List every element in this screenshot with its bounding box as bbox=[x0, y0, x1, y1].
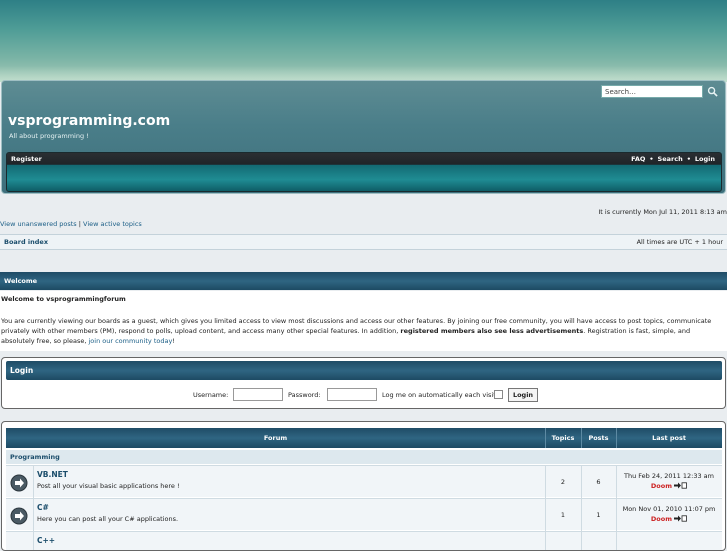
col-topics: Topics bbox=[551, 434, 575, 442]
welcome-panel: Welcome to vsprogrammingforum You are cu… bbox=[0, 291, 727, 351]
board-index-link[interactable]: Board index bbox=[4, 238, 48, 246]
welcome-text-bold: registered members also see less adverti… bbox=[400, 327, 584, 335]
site-header: vsprogramming.com All about programming … bbox=[1, 80, 726, 194]
login-form: Username: Password: Log me on automatica… bbox=[2, 387, 727, 403]
welcome-text-end: ! bbox=[172, 337, 175, 345]
welcome-title: Welcome to vsprogrammingforum bbox=[1, 295, 126, 303]
cell-divider bbox=[616, 532, 617, 550]
forum-table-header: Forum Topics Posts Last post bbox=[6, 428, 722, 448]
table-row: C++ bbox=[6, 531, 722, 550]
site-title[interactable]: vsprogramming.com bbox=[8, 113, 170, 129]
last-post-info: Mon Nov 01, 2010 11:07 pm Doom bbox=[616, 504, 722, 524]
topics-count: 1 bbox=[560, 511, 566, 519]
cell-divider bbox=[581, 532, 582, 550]
view-latest-post-icon[interactable] bbox=[674, 515, 687, 522]
nav-separator: • bbox=[649, 155, 654, 163]
quick-links-divider: | bbox=[78, 220, 81, 228]
cell-divider bbox=[33, 499, 34, 531]
forum-description: Here you can post all your C# applicatio… bbox=[37, 515, 179, 523]
forum-link-vbnet[interactable]: VB.NET bbox=[37, 470, 68, 479]
forum-link-csharp[interactable]: C# bbox=[37, 503, 49, 512]
timezone-note: All times are UTC + 1 hour bbox=[636, 238, 723, 246]
category-programming[interactable]: Programming bbox=[6, 450, 722, 464]
breadcrumb: Board index All times are UTC + 1 hour bbox=[0, 234, 727, 250]
login-header: Login bbox=[6, 361, 722, 380]
posts-count: 6 bbox=[596, 478, 601, 486]
password-label: Password: bbox=[288, 391, 321, 399]
table-row: C# Here you can post all your C# applica… bbox=[6, 498, 722, 531]
register-link[interactable]: Register bbox=[11, 155, 42, 163]
topics-count: 2 bbox=[560, 478, 566, 486]
table-row: VB.NET Post all your visual basic applic… bbox=[6, 465, 722, 498]
last-post-date: Mon Nov 01, 2010 11:07 pm bbox=[622, 505, 716, 513]
login-link[interactable]: Login bbox=[695, 155, 715, 163]
username-label: Username: bbox=[193, 391, 229, 399]
faq-link[interactable]: FAQ bbox=[631, 155, 645, 163]
forum-read-icon bbox=[10, 507, 28, 525]
cell-divider bbox=[545, 532, 546, 550]
posts-count: 1 bbox=[596, 511, 601, 519]
username-field[interactable] bbox=[233, 388, 283, 401]
last-post-author[interactable]: Doom bbox=[651, 482, 672, 490]
join-community-link[interactable]: join our community today bbox=[88, 337, 172, 345]
last-post-info: Thu Feb 24, 2011 12:33 am Doom bbox=[616, 471, 722, 491]
remember-label: Log me on automatically each visit bbox=[382, 391, 496, 399]
forum-table: Forum Topics Posts Last post Programming… bbox=[1, 421, 726, 551]
sky-banner bbox=[0, 0, 727, 82]
quick-links: View unanswered posts | View active topi… bbox=[0, 220, 142, 228]
last-post-author[interactable]: Doom bbox=[651, 515, 672, 523]
cell-divider bbox=[33, 532, 34, 550]
last-post-date: Thu Feb 24, 2011 12:33 am bbox=[624, 472, 714, 480]
nav-separator: • bbox=[686, 155, 691, 163]
search-link[interactable]: Search bbox=[658, 155, 683, 163]
cell-divider bbox=[33, 466, 34, 498]
view-latest-post-icon[interactable] bbox=[674, 482, 687, 489]
search-input[interactable]: Search… bbox=[601, 85, 703, 98]
remember-checkbox[interactable] bbox=[494, 390, 503, 399]
unanswered-posts-link[interactable]: View unanswered posts bbox=[0, 220, 77, 228]
login-panel: Login Username: Password: Log me on auto… bbox=[1, 357, 726, 409]
site-description: All about programming ! bbox=[9, 132, 89, 140]
forum-link-cpp[interactable]: C++ bbox=[37, 536, 55, 545]
search-icon[interactable] bbox=[707, 86, 718, 97]
login-button[interactable]: Login bbox=[508, 388, 538, 402]
current-time: It is currently Mon Jul 11, 2011 8:13 am bbox=[598, 208, 727, 216]
col-posts: Posts bbox=[588, 434, 609, 442]
col-last-post: Last post bbox=[652, 434, 686, 442]
welcome-text: You are currently viewing our boards as … bbox=[1, 316, 725, 346]
forum-description: Post all your visual basic applications … bbox=[37, 482, 180, 490]
navbar: Register FAQ • Search • Login bbox=[6, 152, 722, 192]
forum-read-icon bbox=[10, 474, 28, 492]
password-field[interactable] bbox=[327, 388, 377, 401]
nav-links: FAQ • Search • Login bbox=[631, 155, 715, 163]
welcome-header: Welcome bbox=[0, 272, 727, 290]
active-topics-link[interactable]: View active topics bbox=[83, 220, 142, 228]
col-forum: Forum bbox=[263, 434, 288, 442]
